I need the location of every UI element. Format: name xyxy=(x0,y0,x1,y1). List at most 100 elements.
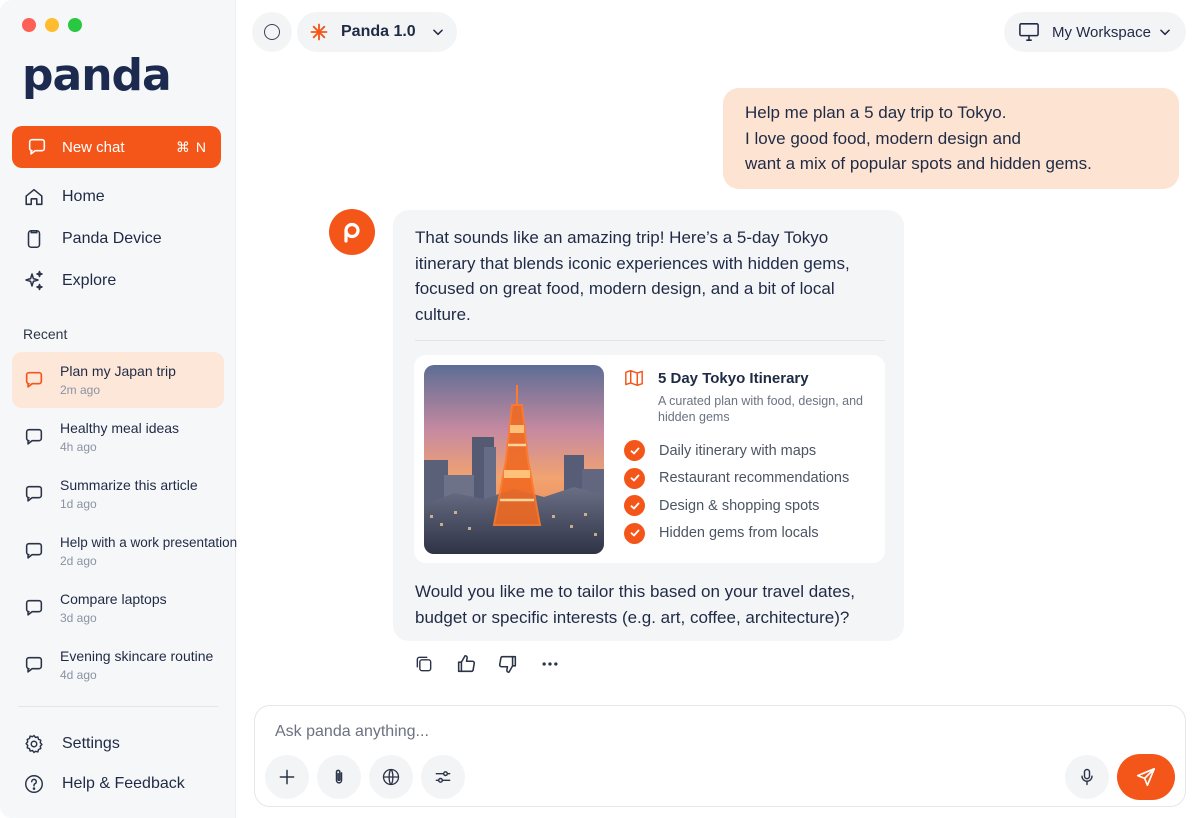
gear-icon xyxy=(22,732,46,756)
feature-item: Design & shopping spots xyxy=(624,492,849,520)
sidebar-item-settings[interactable]: Settings xyxy=(12,724,224,764)
feature-item: Restaurant recommendations xyxy=(624,465,849,493)
recent-chat-item[interactable]: Healthy meal ideas 4h ago xyxy=(12,409,224,465)
message-divider xyxy=(415,340,885,341)
recent-chat-time: 4h ago xyxy=(60,440,97,454)
tokyo-tower-image xyxy=(424,365,604,554)
monitor-icon xyxy=(1019,23,1039,41)
sidebar: panda New chat ⌘ N Home Panda Device Exp… xyxy=(0,0,237,818)
asterisk-icon xyxy=(310,23,328,41)
card-header: 5 Day Tokyo Itinerary xyxy=(624,369,809,387)
help-icon xyxy=(22,772,46,796)
sidebar-item-label: Panda Device xyxy=(62,230,162,247)
sliders-icon xyxy=(435,771,451,783)
sidebar-nav: Home Panda Device Explore xyxy=(12,176,224,302)
feature-label: Daily itinerary with maps xyxy=(659,442,817,459)
recent-chat-time: 2d ago xyxy=(60,553,97,568)
card-subtitle: A curated plan with food, design, and hi… xyxy=(658,394,864,424)
sidebar-item-label: Help & Feedback xyxy=(62,775,185,792)
sidebar-bottom-nav: Settings Help & Feedback xyxy=(12,724,224,804)
check-icon xyxy=(624,440,645,462)
recent-chat-time: 3d ago xyxy=(60,611,97,625)
sidebar-item-home[interactable]: Home xyxy=(12,176,224,218)
app-logo: panda xyxy=(22,50,172,101)
feature-label: Hidden gems from locals xyxy=(659,525,819,542)
itinerary-card[interactable]: 5 Day Tokyo Itinerary A curated plan wit… xyxy=(414,355,885,563)
chevron-down-icon xyxy=(1160,29,1170,36)
feature-item: Hidden gems from locals xyxy=(624,520,849,548)
more-dots-icon xyxy=(542,662,558,666)
recent-chat-time: 2m ago xyxy=(60,383,101,397)
sparkle-icon xyxy=(22,269,46,293)
recent-chat-title: Compare laptops xyxy=(60,591,167,607)
sidebar-item-label: Explore xyxy=(62,272,117,289)
add-button[interactable] xyxy=(265,755,309,799)
minimize-window-button[interactable] xyxy=(45,18,59,32)
model-selector[interactable]: Panda 1.0 xyxy=(297,12,457,52)
chat-bubble-icon xyxy=(22,425,46,449)
attach-button[interactable] xyxy=(317,755,361,799)
chat-bubble-icon xyxy=(22,482,46,506)
feature-label: Restaurant recommendations xyxy=(659,470,850,487)
message-composer xyxy=(254,705,1186,807)
recent-chat-item[interactable]: Compare laptops 3d ago xyxy=(12,580,224,636)
assistant-intro-text: That sounds like an amazing trip! Here’s… xyxy=(415,228,850,324)
home-icon xyxy=(22,185,46,209)
recent-list: Plan my Japan trip 2m ago Healthy meal i… xyxy=(12,352,237,694)
sidebar-item-label: Settings xyxy=(62,735,120,752)
feature-label: Design & shopping spots xyxy=(659,497,820,514)
more-options-button[interactable] xyxy=(538,652,562,676)
new-chat-button[interactable]: New chat ⌘ N xyxy=(12,126,221,168)
chat-bubble-icon xyxy=(28,138,46,155)
close-window-button[interactable] xyxy=(22,18,36,32)
assistant-followup-text: Would you like me to tailor this based o… xyxy=(415,582,856,627)
chevron-down-icon xyxy=(433,29,443,36)
sidebar-item-explore[interactable]: Explore xyxy=(12,260,224,302)
recent-heading: Recent xyxy=(23,326,68,342)
assistant-message: That sounds like an amazing trip! Here’s… xyxy=(393,210,904,641)
user-message-line: want a mix of popular spots and hidden g… xyxy=(745,154,1092,173)
recent-chat-item[interactable]: Evening skincare routine 4d ago xyxy=(12,637,224,693)
sidebar-item-label: Home xyxy=(62,188,105,205)
microphone-button[interactable] xyxy=(1065,755,1109,799)
web-search-button[interactable] xyxy=(369,755,413,799)
recent-chat-item[interactable]: Summarize this article 1d ago xyxy=(12,466,224,522)
recent-chat-item[interactable]: Help with a work presentation 2d ago xyxy=(12,523,237,579)
check-icon xyxy=(624,467,645,489)
user-message-line: Help me plan a 5 day trip to Tokyo. xyxy=(745,103,1007,122)
globe-icon xyxy=(382,768,400,786)
chat-bubble-icon xyxy=(22,539,46,563)
zoom-window-button[interactable] xyxy=(68,18,82,32)
recent-chat-item[interactable]: Plan my Japan trip 2m ago xyxy=(12,352,224,408)
card-title: 5 Day Tokyo Itinerary xyxy=(658,369,809,387)
user-message: Help me plan a 5 day trip to Tokyo. I lo… xyxy=(723,88,1179,189)
feature-list: Daily itinerary with maps Restaurant rec… xyxy=(624,437,849,547)
recent-chat-time: 4d ago xyxy=(60,668,97,682)
chat-bubble-icon xyxy=(22,368,46,392)
status-circle-button[interactable] xyxy=(252,12,292,52)
thumbs-down-button[interactable] xyxy=(496,652,520,676)
map-icon xyxy=(625,369,643,387)
panda-p-icon xyxy=(344,222,360,243)
thumbs-up-button[interactable] xyxy=(454,652,478,676)
plus-icon xyxy=(279,769,295,785)
circle-icon xyxy=(264,24,280,40)
model-name: Panda 1.0 xyxy=(341,23,416,40)
sidebar-item-panda-device[interactable]: Panda Device xyxy=(12,218,224,260)
message-input[interactable] xyxy=(275,720,875,744)
settings-sliders-button[interactable] xyxy=(421,755,465,799)
copy-icon xyxy=(416,656,432,672)
copy-button[interactable] xyxy=(412,652,436,676)
chat-bubble-icon xyxy=(22,653,46,677)
sidebar-item-help-feedback[interactable]: Help & Feedback xyxy=(12,764,224,804)
thumbs-down-icon xyxy=(498,655,517,674)
new-chat-label: New chat xyxy=(62,138,125,156)
sidebar-divider xyxy=(18,706,218,707)
recent-chat-title: Help with a work presentation xyxy=(60,534,238,550)
recent-chat-title: Healthy meal ideas xyxy=(60,420,180,436)
workspace-selector[interactable]: My Workspace xyxy=(1004,12,1186,52)
assistant-avatar xyxy=(329,209,375,255)
new-chat-shortcut: ⌘ N xyxy=(176,138,207,155)
recent-chat-title: Summarize this article xyxy=(60,477,198,493)
send-button[interactable] xyxy=(1117,754,1175,800)
